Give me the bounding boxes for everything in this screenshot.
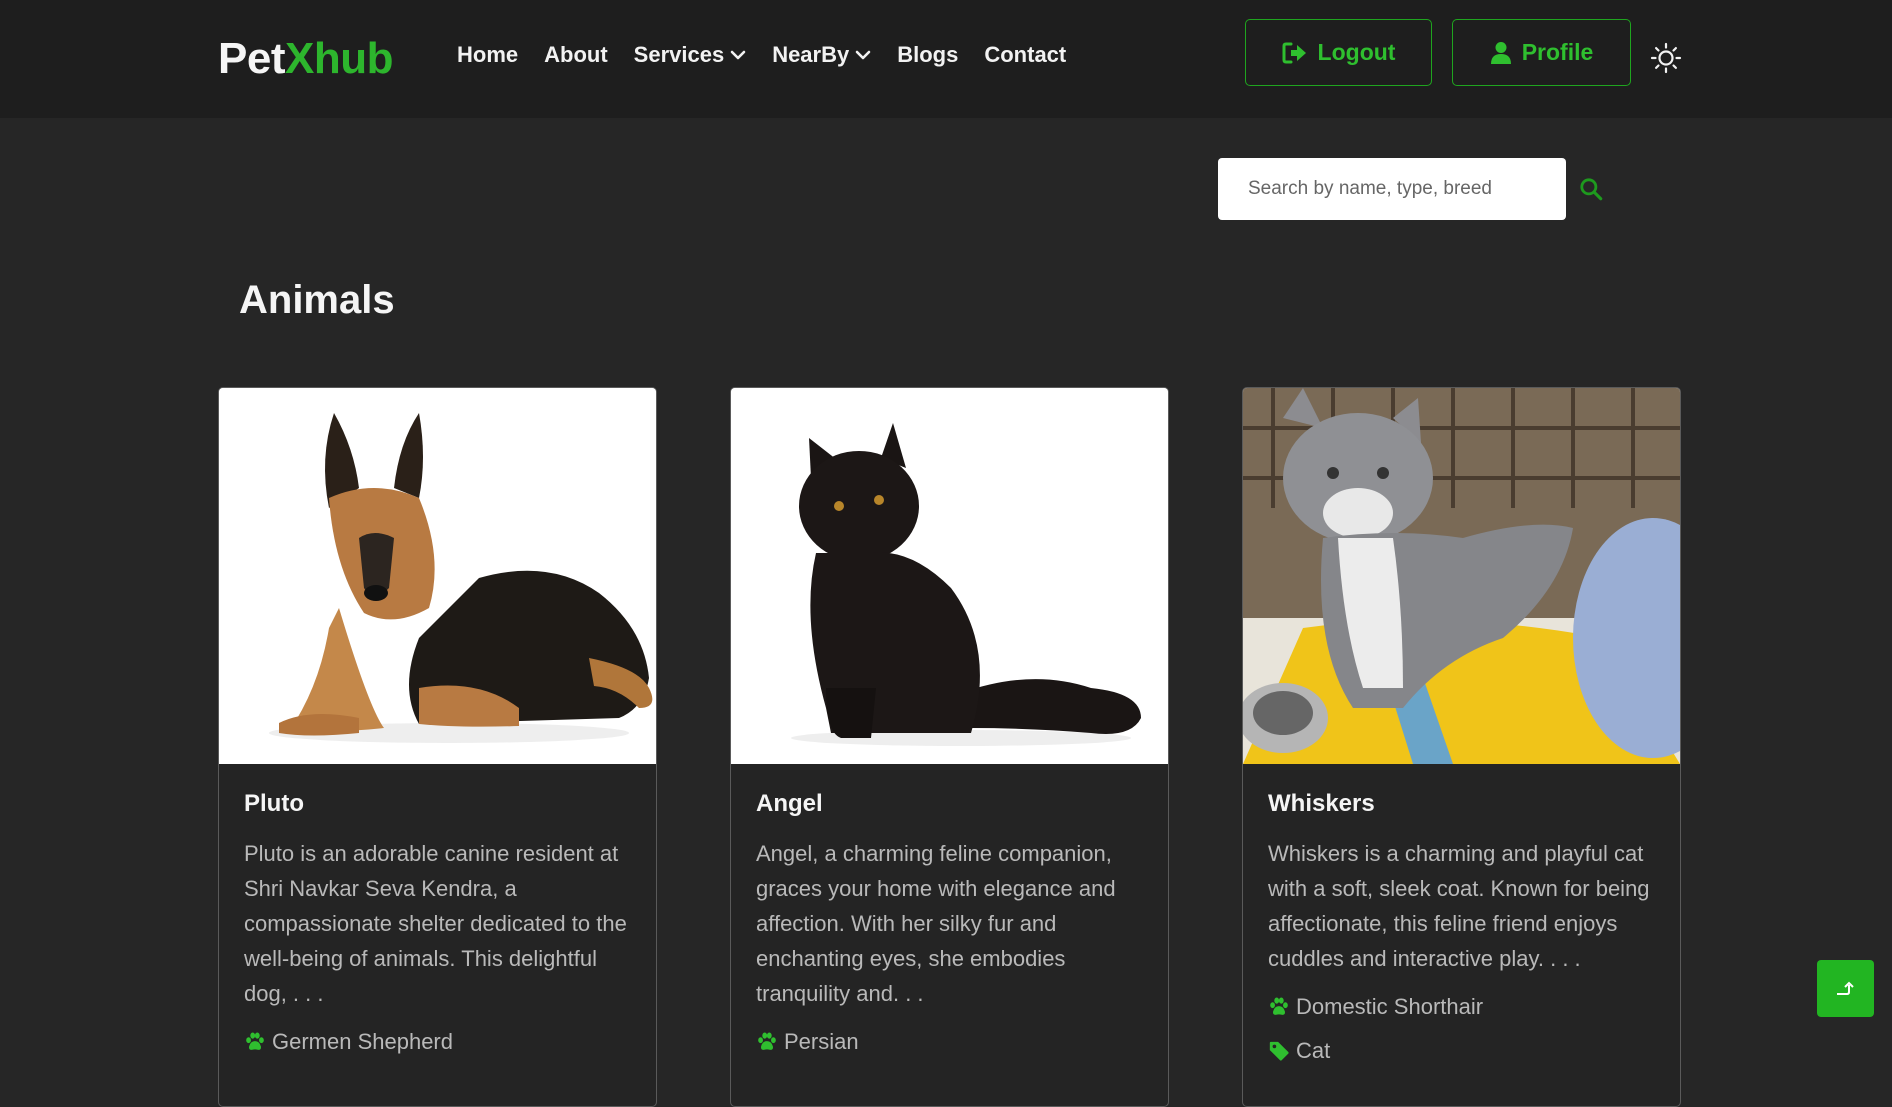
animal-description: Whiskers is a charming and playful cat w… <box>1268 841 1650 971</box>
black-persian-cat-photo <box>731 388 1168 764</box>
animal-type-label: Cat <box>1296 1038 1331 1063</box>
nav-nearby[interactable]: NearBy <box>772 42 871 68</box>
animal-breed-label: Domestic Shorthair <box>1296 994 1484 1019</box>
chevron-down-icon <box>730 50 746 60</box>
animal-description: Angel, a charming feline companion, grac… <box>756 841 1116 1006</box>
brand-part-pet: Pet <box>218 34 285 83</box>
animal-breed: Domestic Shorthair <box>1268 994 1655 1020</box>
search-input[interactable] <box>1218 158 1566 220</box>
nav-blogs[interactable]: Blogs <box>897 42 958 68</box>
nav-services-label: Services <box>633 42 725 67</box>
brand-part-xhub: Xhub <box>284 34 393 83</box>
nav-home[interactable]: Home <box>457 42 518 68</box>
animal-card[interactable]: Whiskers Whiskers is a charming and play… <box>1242 387 1681 1107</box>
user-icon <box>1490 41 1511 64</box>
animal-breed-label: Persian <box>784 1029 859 1054</box>
scroll-to-top-button[interactable] <box>1817 960 1874 1017</box>
animal-breed: Persian <box>756 1029 1143 1055</box>
page-title: Animals <box>239 278 395 322</box>
nav-nearby-label: NearBy <box>772 42 850 67</box>
animal-name[interactable]: Angel <box>756 790 1143 818</box>
animal-type: Cat <box>1268 1038 1655 1064</box>
animal-name[interactable]: Whiskers <box>1268 790 1655 818</box>
animal-description: Pluto is an adorable canine resident at … <box>244 841 627 1006</box>
paw-icon <box>246 1032 264 1050</box>
profile-label: Profile <box>1521 39 1594 65</box>
search-icon[interactable] <box>1578 176 1604 202</box>
nav-about[interactable]: About <box>544 42 608 68</box>
animal-breed-label: Germen Shepherd <box>272 1029 453 1054</box>
grey-kitten-photo <box>1243 388 1680 764</box>
animal-card[interactable]: Angel Angel, a charming feline companion… <box>730 387 1169 1107</box>
paw-icon <box>758 1032 776 1050</box>
chevron-down-icon <box>855 50 871 60</box>
nav-contact[interactable]: Contact <box>984 42 1066 68</box>
nav-services[interactable]: Services <box>634 42 747 68</box>
paw-icon <box>1270 997 1288 1015</box>
logout-label: Logout <box>1317 39 1396 65</box>
arrow-up-icon <box>1836 981 1854 995</box>
brand-logo[interactable]: PetXhub <box>218 34 393 84</box>
sun-icon[interactable] <box>1650 42 1682 74</box>
navbar: PetXhub Home About Services NearBy Blogs… <box>0 0 1892 118</box>
logout-button[interactable]: Logout <box>1245 19 1432 86</box>
animal-breed: Germen Shepherd <box>244 1029 631 1055</box>
animal-name[interactable]: Pluto <box>244 790 631 818</box>
sign-out-icon <box>1282 42 1306 63</box>
tag-icon <box>1269 1041 1289 1061</box>
animal-card[interactable]: Pluto Pluto is an adorable canine reside… <box>218 387 657 1107</box>
profile-button[interactable]: Profile <box>1452 19 1631 86</box>
german-shepherd-dog-photo <box>219 388 656 764</box>
main-nav: Home About Services NearBy Blogs Contact <box>457 42 1066 68</box>
